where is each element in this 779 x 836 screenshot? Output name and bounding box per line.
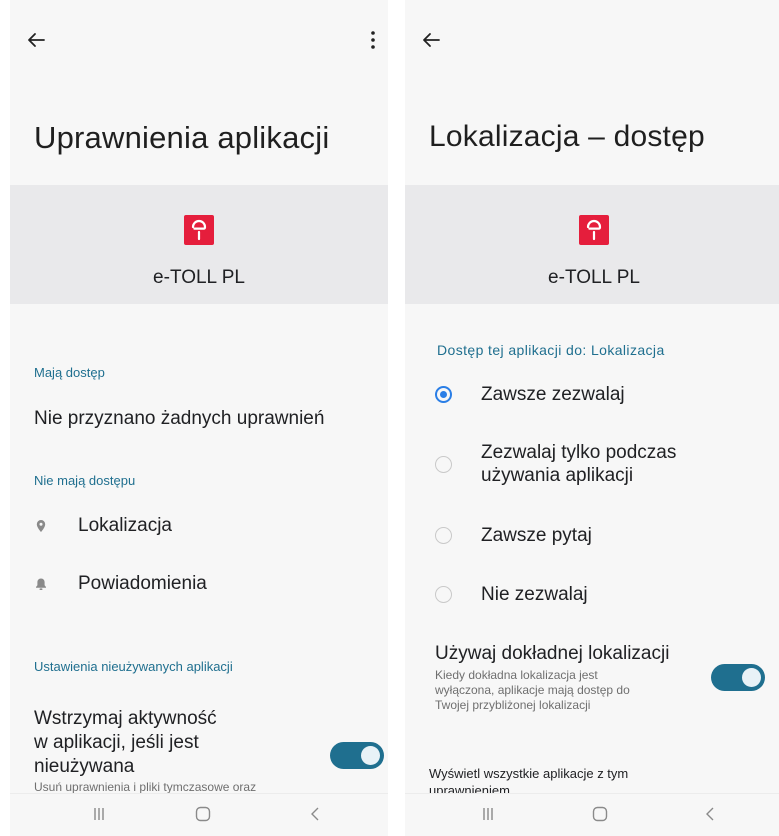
app-name: e-TOLL PL — [153, 267, 245, 288]
toggle-knob — [361, 746, 380, 765]
allowed-section-label: Mają dostęp — [34, 365, 105, 380]
subtext-line: Twojej przybliżonej lokalizacji — [435, 698, 591, 712]
pause-activity-title: Wstrzymaj aktywność w aplikacji, jeśli j… — [34, 707, 217, 779]
pause-title-line: nieużywana — [34, 756, 135, 777]
home-icon[interactable] — [589, 804, 611, 824]
top-bar — [405, 22, 779, 58]
location-pin-icon — [36, 520, 46, 532]
app-header: e-TOLL PL — [10, 185, 388, 304]
precise-location-title: Używaj dokładnej lokalizacji — [435, 643, 670, 664]
radio-button[interactable] — [435, 527, 452, 544]
back-arrow-icon[interactable] — [419, 28, 443, 52]
chevron-left-icon[interactable] — [304, 804, 326, 824]
radio-button[interactable] — [435, 456, 452, 473]
page-title: Uprawnienia aplikacji — [34, 120, 330, 155]
app-logo-icon — [184, 215, 214, 245]
radio-button[interactable] — [435, 386, 452, 403]
page-title: Lokalizacja – dostęp — [429, 120, 705, 153]
more-options-icon[interactable] — [368, 28, 378, 52]
denied-section-label: Nie mają dostępu — [34, 473, 136, 488]
radio-label-line: Zezwalaj tylko podczas — [481, 442, 677, 463]
location-access-screen: Lokalizacja – dostęp e-TOLL PL Dostęp te… — [405, 0, 779, 836]
access-section-label: Dostęp tej aplikacji do: Lokalizacja — [437, 342, 665, 358]
chevron-left-icon[interactable] — [699, 804, 721, 824]
pause-activity-toggle[interactable] — [330, 742, 384, 769]
system-nav-bar — [10, 793, 388, 836]
system-nav-bar — [405, 793, 779, 836]
subtext-line: Kiedy dokładna lokalizacja jest — [435, 668, 598, 682]
radio-label: Zawsze pytaj — [481, 525, 592, 546]
radio-label: Nie zezwalaj — [481, 584, 588, 605]
app-header: e-TOLL PL — [405, 185, 779, 304]
app-logo-icon — [579, 215, 609, 245]
precise-location-subtext: Kiedy dokładna lokalizacja jest wyłączon… — [435, 668, 630, 713]
back-arrow-icon[interactable] — [24, 28, 48, 52]
bell-icon — [36, 578, 46, 590]
permission-item-location[interactable]: Lokalizacja — [34, 511, 172, 541]
permission-item-notifications[interactable]: Powiadomienia — [34, 569, 207, 599]
toggle-knob — [742, 668, 761, 687]
unused-apps-section-label: Ustawienia nieużywanych aplikacji — [34, 659, 233, 674]
pause-title-line: w aplikacji, jeśli jest — [34, 732, 199, 753]
top-bar — [10, 22, 388, 58]
recents-icon[interactable] — [477, 804, 499, 824]
no-permissions-text: Nie przyznano żadnych uprawnień — [34, 408, 325, 429]
home-icon[interactable] — [192, 804, 214, 824]
permission-label: Lokalizacja — [78, 515, 172, 536]
app-permissions-screen: Uprawnienia aplikacji e-TOLL PL Mają dos… — [10, 0, 388, 836]
precise-location-toggle[interactable] — [711, 664, 765, 691]
subtext-line: wyłączona, aplikacje mają dostęp do — [435, 683, 630, 697]
radio-label-line: używania aplikacji — [481, 465, 634, 486]
radio-label: Zawsze zezwalaj — [481, 384, 625, 405]
recents-icon[interactable] — [88, 804, 110, 824]
app-name: e-TOLL PL — [548, 267, 640, 288]
radio-button[interactable] — [435, 586, 452, 603]
permission-label: Powiadomienia — [78, 573, 207, 594]
pause-title-line: Wstrzymaj aktywność — [34, 708, 217, 729]
radio-label: Zezwalaj tylko podczas używania aplikacj… — [481, 441, 676, 487]
link-line: Wyświetl wszystkie aplikacje z tym — [429, 766, 629, 781]
